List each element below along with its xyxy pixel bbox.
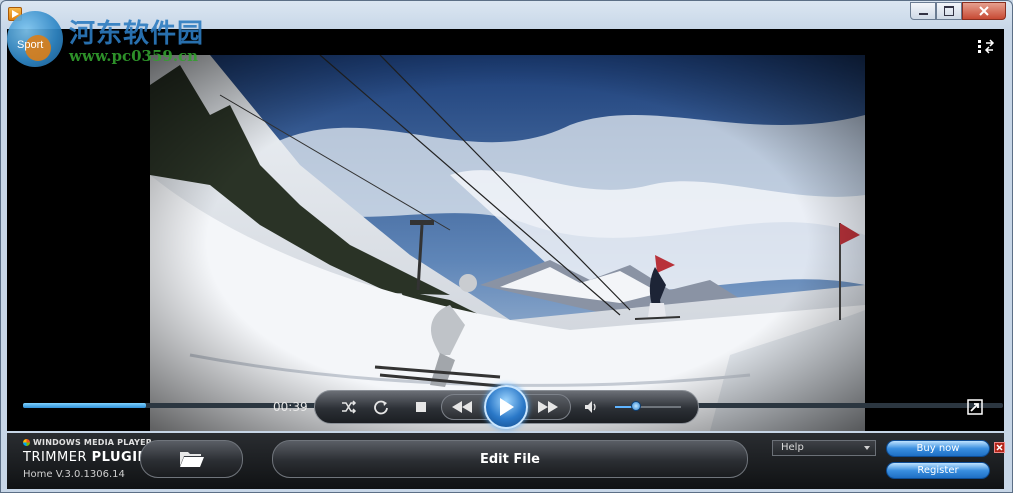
volume-slider-thumb[interactable] — [631, 401, 642, 411]
brand-subtitle-text: WINDOWS MEDIA PLAYER — [33, 438, 153, 447]
shuffle-icon — [342, 400, 357, 414]
trimmer-plugin-panel: WINDOWS MEDIA PLAYER TRIMMER PLUGIN Home… — [7, 433, 1005, 489]
volume-slider[interactable] — [615, 406, 681, 408]
windows-logo-icon — [23, 439, 30, 446]
plugin-close-button[interactable] — [994, 442, 1005, 453]
rewind-icon — [452, 401, 472, 413]
register-button[interactable]: Register — [886, 462, 990, 479]
stop-icon — [416, 402, 426, 412]
open-file-button[interactable] — [140, 440, 243, 478]
corner-label: Sport — [17, 39, 44, 51]
watermark-site-name: 河东软件园 — [69, 19, 205, 49]
close-icon — [979, 6, 989, 16]
fast-forward-button[interactable] — [537, 397, 559, 417]
close-icon — [996, 444, 1003, 451]
rewind-button[interactable] — [451, 397, 473, 417]
repeat-icon — [374, 400, 388, 415]
close-button[interactable] — [962, 2, 1006, 20]
current-time: 00:39 — [273, 400, 308, 414]
switch-to-compact-icon[interactable] — [967, 399, 983, 415]
window-controls — [910, 2, 1006, 21]
chevron-down-icon — [864, 446, 870, 450]
fast-forward-icon — [538, 401, 558, 413]
shuffle-button[interactable] — [338, 397, 360, 417]
folder-icon — [179, 452, 204, 467]
play-icon — [500, 398, 514, 416]
video-frame[interactable] — [150, 55, 865, 431]
brand-subtitle: WINDOWS MEDIA PLAYER — [23, 438, 152, 447]
minimize-icon — [918, 13, 928, 15]
play-button[interactable] — [484, 385, 528, 429]
edit-file-button[interactable]: Edit File — [272, 440, 748, 478]
watermark-site-url: www.pc0359.cn — [69, 47, 199, 65]
mute-button[interactable] — [580, 397, 602, 417]
video-area[interactable] — [7, 29, 1004, 431]
brand-title: TRIMMER PLUGIN — [23, 450, 149, 465]
speaker-icon — [585, 401, 596, 413]
help-dropdown[interactable]: Help — [772, 440, 876, 456]
restore-icon — [944, 6, 954, 16]
buy-now-button[interactable]: Buy now — [886, 440, 990, 457]
switch-to-library-icon[interactable] — [977, 39, 995, 55]
restore-button[interactable] — [936, 2, 962, 20]
brand-title-plain: TRIMMER — [23, 450, 87, 465]
stop-button[interactable] — [410, 397, 432, 417]
seek-bar-progress — [23, 403, 147, 408]
app-window: 00:39 WINDOWS MEDIA PLAYER TRIMMER PLUGI… — [0, 0, 1013, 493]
minimize-button[interactable] — [910, 2, 936, 20]
version-label: Home V.3.0.1306.14 — [23, 469, 125, 480]
help-dropdown-value: Help — [781, 442, 804, 453]
repeat-button[interactable] — [370, 397, 392, 417]
